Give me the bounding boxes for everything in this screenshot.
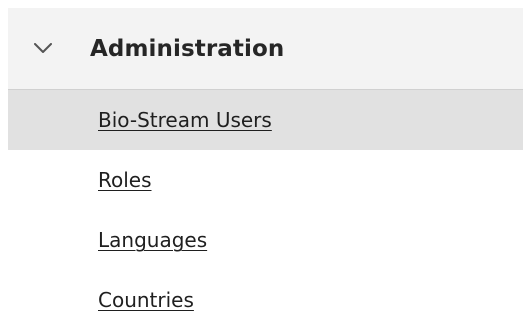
menu-link-languages[interactable]: Languages [98,228,207,252]
menu-item-countries[interactable]: Countries [8,270,523,330]
admin-menu-list: Bio-Stream Users Roles Languages Countri… [8,90,523,330]
menu-link-countries[interactable]: Countries [98,288,194,312]
menu-item-bio-stream-users[interactable]: Bio-Stream Users [8,90,523,150]
menu-link-bio-stream-users[interactable]: Bio-Stream Users [98,108,272,132]
administration-section-header[interactable]: Administration [8,8,523,90]
menu-item-roles[interactable]: Roles [8,150,523,210]
chevron-down-icon[interactable] [32,38,54,60]
menu-item-languages[interactable]: Languages [8,210,523,270]
section-title: Administration [90,35,285,62]
menu-link-roles[interactable]: Roles [98,168,152,192]
admin-nav-panel: Administration Bio-Stream Users Roles La… [8,8,523,330]
